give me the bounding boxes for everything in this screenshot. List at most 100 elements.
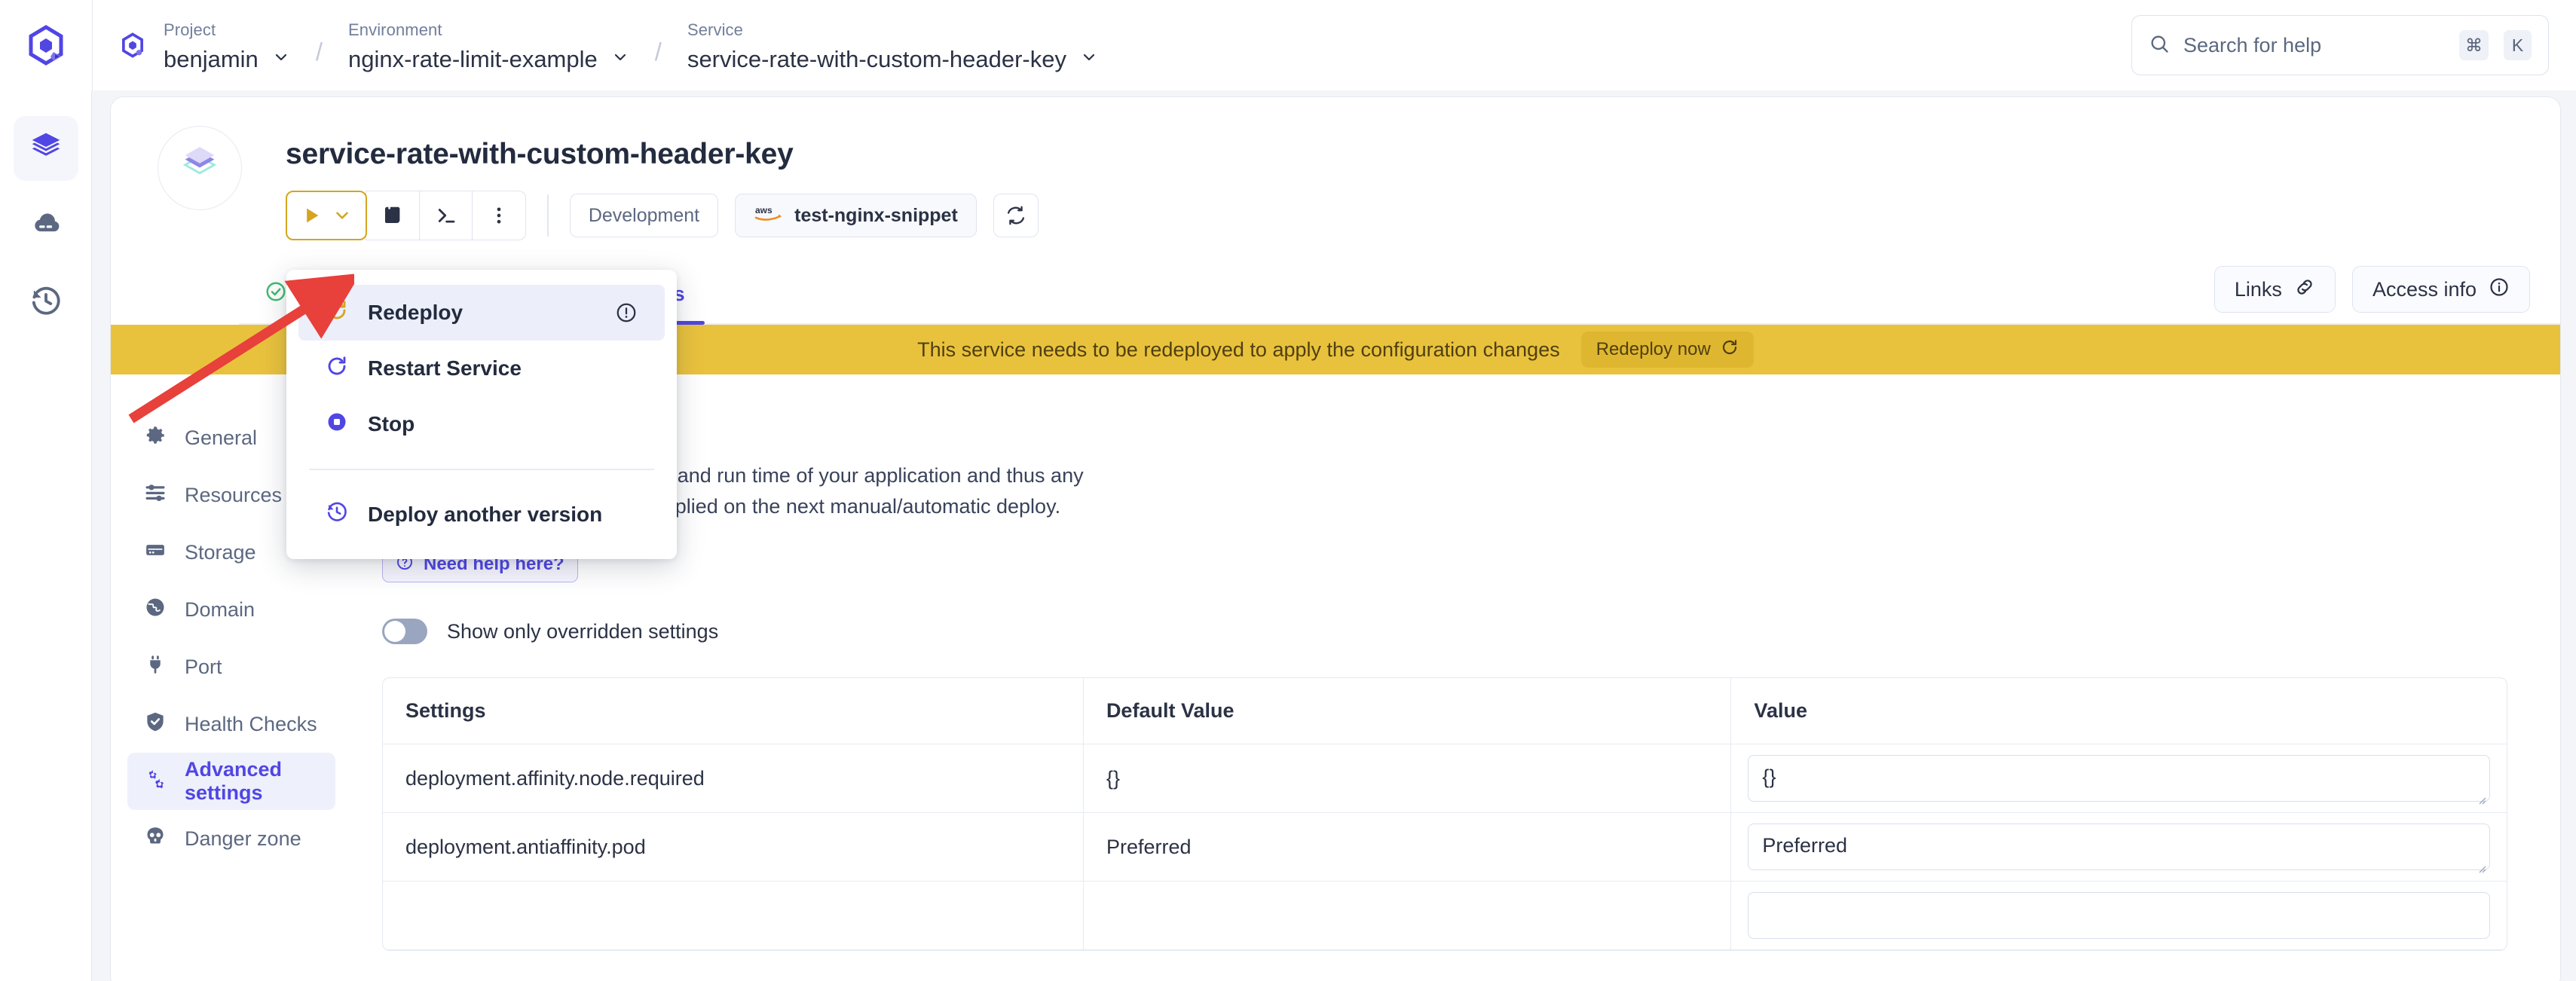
service-action-bar: Development aws test-nginx-snippet (286, 191, 2560, 240)
cloud-server-icon (29, 207, 63, 244)
menu-item-label: Redeploy (368, 301, 463, 325)
show-only-overridden-toggle[interactable] (382, 619, 427, 644)
cluster-chip-label: test-nginx-snippet (794, 205, 958, 227)
breadcrumb-service-label: Service (687, 17, 1098, 42)
sidebar-item-danger-zone[interactable]: Danger zone (127, 810, 335, 867)
setting-value-wrap: {} (1748, 755, 2490, 802)
column-header-default-value: Default Value (1084, 678, 1731, 744)
sidebar-item-label: Port (185, 656, 222, 679)
chevron-down-icon[interactable] (1080, 48, 1098, 70)
setting-key (383, 882, 1084, 950)
cluster-chip[interactable]: aws test-nginx-snippet (735, 194, 977, 237)
chevron-down-icon (332, 206, 352, 225)
sliders-icon (144, 481, 167, 509)
menu-separator (309, 469, 654, 470)
more-actions-button[interactable] (472, 191, 526, 240)
breadcrumb: Project benjamin / Environment nginx-rat… (93, 17, 1101, 73)
breadcrumb-environment-value: nginx-rate-limit-example (348, 45, 598, 73)
breadcrumb-service-value: service-rate-with-custom-header-key (687, 45, 1066, 73)
service-header: service-rate-with-custom-header-key (111, 97, 2560, 240)
column-header-settings: Settings (383, 678, 1084, 744)
settings-content: Advanced Settings Settings are injected … (352, 374, 2560, 951)
service-avatar (158, 126, 242, 210)
top-bar: Project benjamin / Environment nginx-rat… (0, 0, 2576, 90)
sidebar-item-domain[interactable]: Domain (127, 581, 335, 638)
access-info-button[interactable]: Access info (2352, 266, 2530, 313)
shield-check-icon (144, 711, 167, 738)
setting-value-cell: {} (1731, 744, 2507, 813)
aws-icon: aws (754, 203, 784, 228)
breadcrumb-separator: / (655, 38, 662, 66)
setting-default-value: {} (1084, 744, 1731, 813)
chevron-down-icon[interactable] (272, 48, 290, 70)
refresh-icon (1721, 338, 1739, 362)
menu-item-deploy-another-version[interactable]: Deploy another version (298, 487, 665, 542)
breadcrumb-project-label: Project (164, 17, 290, 42)
environment-mode-pill[interactable]: Development (570, 194, 718, 237)
project-logo-icon (120, 32, 145, 58)
breadcrumb-service[interactable]: Service service-rate-with-custom-header-… (684, 17, 1101, 73)
table-row: deployment.antiaffinity.pod Preferred Pr… (383, 813, 2507, 882)
search-shortcut-mod: ⌘ (2459, 30, 2489, 60)
redeploy-banner-message: This service needs to be redeployed to a… (917, 338, 1560, 362)
sidebar-item-label: Advanced settings (185, 758, 319, 805)
breadcrumb-environment[interactable]: Environment nginx-rate-limit-example (345, 17, 632, 73)
history-icon (29, 284, 63, 321)
setting-value-cell: Preferred (1731, 813, 2507, 882)
logs-button[interactable] (366, 191, 420, 240)
overridden-settings-toggle-row: Show only overridden settings (382, 619, 2507, 644)
left-rail (0, 90, 92, 981)
breadcrumb-project[interactable]: Project benjamin (161, 17, 293, 73)
table-row (383, 882, 2507, 950)
search-shortcut-key: K (2504, 30, 2532, 60)
link-icon (2294, 277, 2315, 303)
cogs-icon (144, 768, 167, 796)
deploy-button-group (286, 191, 526, 240)
terminal-button[interactable] (419, 191, 473, 240)
history-icon (326, 500, 348, 528)
rail-item-clusters[interactable] (14, 193, 78, 258)
qovery-logo[interactable] (0, 0, 92, 90)
column-header-value: Value (1731, 678, 2507, 744)
tab-bar-actions: Links Access info (2214, 266, 2530, 323)
sidebar-item-port[interactable]: Port (127, 638, 335, 695)
info-icon (2489, 277, 2510, 303)
setting-default-value (1084, 882, 1731, 950)
menu-item-label: Restart Service (368, 356, 522, 380)
setting-value-wrap: Preferred (1748, 824, 2490, 870)
alert-circle-icon[interactable] (615, 301, 638, 324)
rail-item-services[interactable] (14, 116, 78, 181)
breadcrumb-separator: / (316, 38, 323, 66)
sidebar-item-label: Danger zone (185, 827, 301, 851)
table-header-row: Settings Default Value Value (383, 678, 2507, 744)
setting-value-input[interactable] (1748, 892, 2490, 939)
redeploy-now-button[interactable]: Redeploy now (1581, 332, 1754, 368)
setting-value-input[interactable]: {} (1748, 755, 2490, 802)
menu-item-label: Deploy another version (368, 503, 602, 527)
sidebar-item-label: Health Checks (185, 713, 317, 736)
refresh-button[interactable] (993, 194, 1039, 237)
chevron-down-icon[interactable] (611, 48, 629, 70)
advanced-settings-table: Settings Default Value Value deployment.… (382, 677, 2507, 951)
setting-value-input[interactable]: Preferred (1748, 824, 2490, 870)
setting-default-value: Preferred (1084, 813, 1731, 882)
setting-key: deployment.antiaffinity.pod (383, 813, 1084, 882)
skull-icon (144, 825, 167, 853)
setting-value-wrap (1748, 892, 2490, 939)
action-divider (547, 194, 549, 237)
svg-text:aws: aws (755, 205, 772, 215)
page-title: service-rate-with-custom-header-key (286, 124, 2560, 171)
sidebar-item-label: Storage (185, 541, 256, 564)
plug-icon (144, 653, 167, 681)
access-info-button-label: Access info (2373, 278, 2477, 301)
layers-icon (29, 130, 63, 167)
play-deploy-button[interactable] (286, 191, 367, 240)
links-button[interactable]: Links (2214, 266, 2336, 313)
sidebar-item-health-checks[interactable]: Health Checks (127, 695, 335, 753)
sidebar-item-advanced-settings[interactable]: Advanced settings (127, 753, 335, 810)
search-input[interactable]: Search for help ⌘ K (2131, 15, 2549, 75)
search-placeholder: Search for help (2183, 34, 2444, 57)
rail-item-history[interactable] (14, 270, 78, 335)
menu-item-label: Stop (368, 412, 415, 436)
globe-icon (144, 596, 167, 624)
